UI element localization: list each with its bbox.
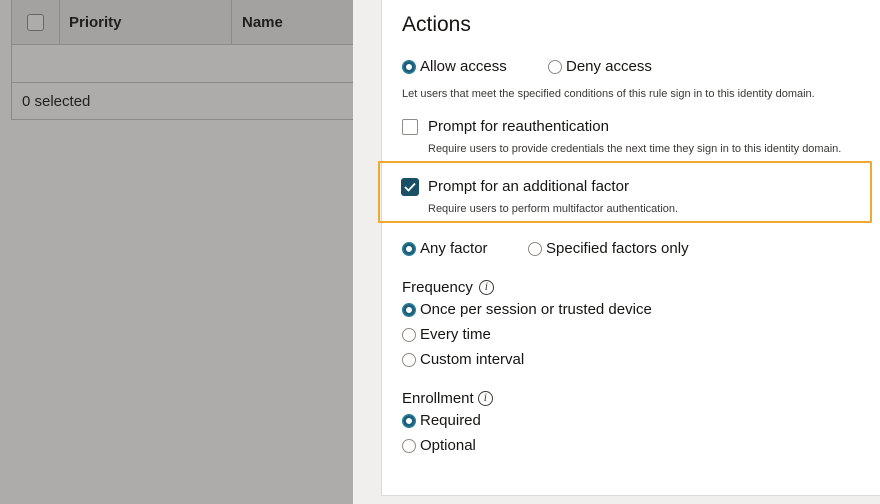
enrollment-label: Enrollment bbox=[402, 390, 474, 407]
specified-factors-radio[interactable] bbox=[528, 242, 542, 256]
specified-factors-label[interactable]: Specified factors only bbox=[546, 240, 689, 257]
required-radio[interactable] bbox=[402, 414, 416, 428]
reauth-help-text: Require users to provide credentials the… bbox=[428, 143, 842, 155]
access-help-text: Let users that meet the specified condit… bbox=[402, 88, 815, 100]
once-per-session-radio[interactable] bbox=[402, 303, 416, 317]
custom-interval-radio[interactable] bbox=[402, 353, 416, 367]
allow-access-label[interactable]: Allow access bbox=[420, 58, 507, 75]
custom-interval-label[interactable]: Custom interval bbox=[420, 351, 524, 368]
any-factor-radio[interactable] bbox=[402, 242, 416, 256]
reauth-checkbox[interactable] bbox=[402, 119, 418, 135]
additional-factor-help-text: Require users to perform multifactor aut… bbox=[428, 203, 679, 215]
enrollment-info-icon[interactable]: i bbox=[478, 391, 493, 406]
deny-access-radio[interactable] bbox=[548, 60, 562, 74]
actions-title: Actions bbox=[402, 13, 471, 36]
once-per-session-label[interactable]: Once per session or trusted device bbox=[420, 301, 652, 318]
any-factor-label[interactable]: Any factor bbox=[420, 240, 488, 257]
reauth-label[interactable]: Prompt for reauthentication bbox=[428, 118, 609, 135]
every-time-radio[interactable] bbox=[402, 328, 416, 342]
frequency-info-icon[interactable]: i bbox=[479, 280, 494, 295]
allow-access-radio[interactable] bbox=[402, 60, 416, 74]
every-time-label[interactable]: Every time bbox=[420, 326, 491, 343]
checkmark-icon bbox=[404, 182, 416, 192]
deny-access-label[interactable]: Deny access bbox=[566, 58, 652, 75]
additional-factor-label[interactable]: Prompt for an additional factor bbox=[428, 178, 629, 195]
required-label[interactable]: Required bbox=[420, 412, 481, 429]
optional-radio[interactable] bbox=[402, 439, 416, 453]
additional-factor-checkbox[interactable] bbox=[401, 178, 419, 196]
frequency-label: Frequency bbox=[402, 279, 473, 296]
optional-label[interactable]: Optional bbox=[420, 437, 476, 454]
